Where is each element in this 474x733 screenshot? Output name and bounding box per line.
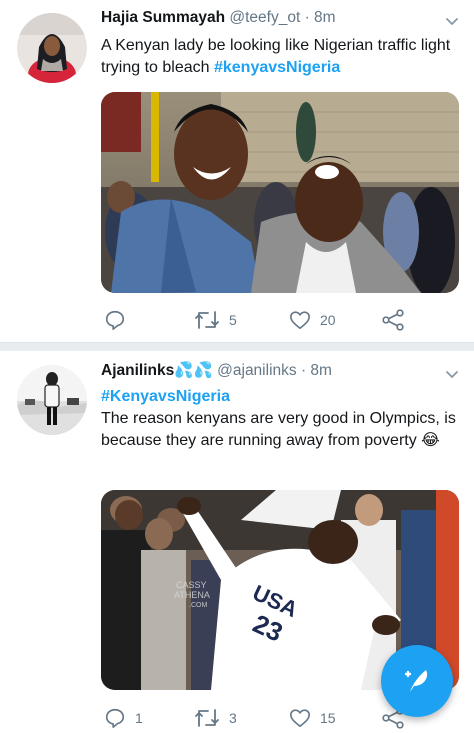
tweet-actions: 5 20 <box>101 309 421 335</box>
tweet-header: Ajanilinks💦💦 @ajanilinks · 8m <box>101 361 332 380</box>
share-button[interactable] <box>381 309 405 331</box>
watermark-line1: CASSY <box>176 580 207 590</box>
handle[interactable]: @teefy_ot <box>229 9 300 26</box>
timestamp[interactable]: · 8m <box>301 362 332 379</box>
display-name[interactable]: Hajia Summayah <box>101 9 225 26</box>
name-emoji: 💦💦 <box>174 362 213 379</box>
tweet-text: #KenyavsNigeria The reason kenyans are v… <box>101 386 467 452</box>
reply-icon <box>105 310 125 330</box>
like-icon <box>290 709 310 728</box>
caret-down-icon[interactable] <box>444 367 460 383</box>
tweet-1[interactable]: Hajia Summayah @teefy_ot · 8m A Kenyan l… <box>0 0 474 342</box>
photo-laughing-men <box>101 92 459 293</box>
reply-count: 1 <box>135 710 143 726</box>
tweet-header: Hajia Summayah @teefy_ot · 8m <box>101 9 336 27</box>
like-button[interactable]: 20 <box>289 309 336 331</box>
timestamp[interactable]: · 8m <box>305 9 336 26</box>
watermark-line2: ATHENA <box>174 590 210 600</box>
like-count: 15 <box>320 710 336 726</box>
compose-tweet-button[interactable] <box>381 645 453 717</box>
reply-button[interactable]: 1 <box>104 707 143 729</box>
retweet-icon <box>195 709 219 727</box>
like-count: 20 <box>320 312 336 328</box>
reply-button[interactable] <box>104 309 135 331</box>
retweet-count: 5 <box>229 312 237 328</box>
tweet-body: The reason kenyans are very good in Olym… <box>101 410 456 449</box>
avatar[interactable] <box>17 365 87 435</box>
reply-icon <box>105 708 125 728</box>
share-icon <box>382 309 404 331</box>
tweet-text: A Kenyan lady be looking like Nigerian t… <box>101 35 467 79</box>
compose-icon <box>404 670 428 692</box>
hashtag-link[interactable]: #kenyavsNigeria <box>214 59 340 76</box>
tweet-photo[interactable] <box>101 92 459 293</box>
retweet-button[interactable]: 5 <box>194 309 237 331</box>
retweet-icon <box>195 311 219 329</box>
display-name[interactable]: Ajanilinks <box>101 362 174 379</box>
caret-down-icon[interactable] <box>444 14 460 30</box>
like-button[interactable]: 15 <box>289 707 336 729</box>
tweet-divider <box>0 342 474 351</box>
retweet-button[interactable]: 3 <box>194 707 237 729</box>
watermark-line3: .COM <box>189 602 207 609</box>
handle[interactable]: @ajanilinks <box>217 362 297 379</box>
hashtag-link[interactable]: #KenyavsNigeria <box>101 386 467 408</box>
tweet-actions: 1 3 15 <box>101 707 421 733</box>
retweet-count: 3 <box>229 710 237 726</box>
like-icon <box>290 311 310 330</box>
avatar[interactable] <box>17 13 87 83</box>
